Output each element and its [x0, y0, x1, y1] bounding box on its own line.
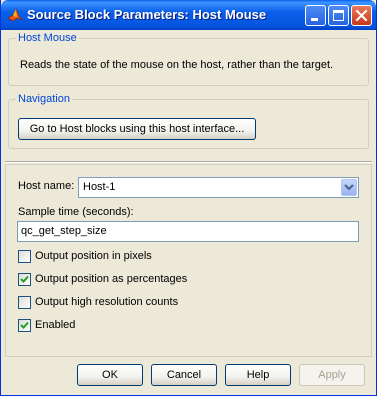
navigation-group: Navigation Go to Host blocks using this … [8, 92, 369, 149]
minimize-icon [311, 18, 318, 21]
maximize-button[interactable] [328, 5, 349, 26]
checkbox-box[interactable] [18, 250, 31, 263]
chevron-down-icon [344, 184, 354, 191]
minimize-button[interactable] [305, 5, 326, 26]
ok-button[interactable]: OK [77, 364, 143, 386]
checkbox-label: Output high resolution counts [35, 296, 179, 308]
checkbox-box[interactable] [18, 319, 31, 332]
sample-time-value: qc_get_step_size [21, 225, 107, 237]
maximize-icon [333, 10, 344, 21]
description-group-title: Host Mouse [16, 31, 79, 45]
go-to-host-blocks-button[interactable]: Go to Host blocks using this host interf… [18, 118, 256, 140]
separator [5, 161, 372, 163]
host-name-value: Host-1 [83, 181, 116, 193]
close-icon [355, 9, 368, 22]
checkbox-label: Output position as percentages [35, 273, 188, 285]
checkmark-icon [20, 275, 29, 283]
close-button[interactable] [351, 5, 372, 26]
description-group: Host Mouse Reads the state of the mouse … [8, 31, 369, 86]
host-name-select[interactable]: Host-1 [78, 177, 359, 198]
checkbox-box[interactable] [18, 273, 31, 286]
cancel-button[interactable]: Cancel [151, 364, 217, 386]
navigation-group-title: Navigation [16, 92, 72, 106]
dialog-window: Source Block Parameters: Host Mouse Host… [0, 0, 377, 396]
matlab-logo-icon [7, 8, 23, 22]
block-description: Reads the state of the mouse on the host… [20, 59, 334, 71]
host-name-label: Host name: [18, 180, 75, 192]
host-name-dropdown-button[interactable] [341, 179, 357, 196]
help-button[interactable]: Help [225, 364, 291, 386]
checkbox-label: Output position in pixels [35, 250, 152, 262]
checkbox-box[interactable] [18, 296, 31, 309]
apply-button[interactable]: Apply [299, 364, 365, 386]
checkmark-icon [20, 321, 29, 329]
sample-time-label: Sample time (seconds): [18, 206, 134, 218]
window-title: Source Block Parameters: Host Mouse [27, 7, 267, 22]
sample-time-input[interactable]: qc_get_step_size [17, 221, 359, 242]
checkbox-label: Enabled [35, 319, 76, 331]
title-bar[interactable]: Source Block Parameters: Host Mouse [1, 0, 376, 30]
